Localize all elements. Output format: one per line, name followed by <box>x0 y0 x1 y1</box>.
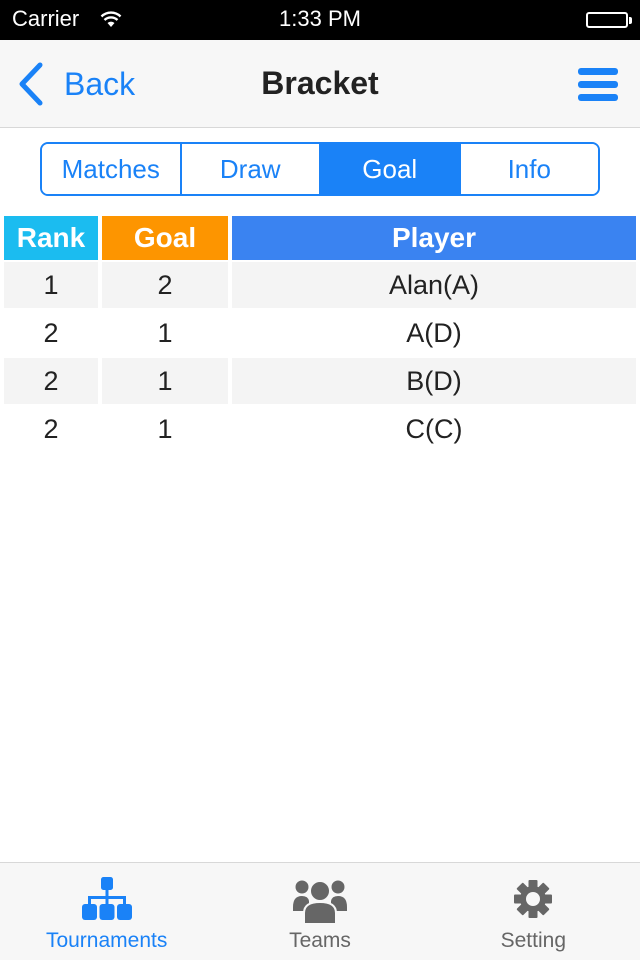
table-header-row: Rank Goal Player <box>0 216 640 262</box>
header-rank: Rank <box>4 216 98 260</box>
gear-icon <box>511 877 555 926</box>
player-cell: A(D) <box>406 317 462 348</box>
battery-tip <box>629 17 632 24</box>
tab-bar: Tournaments Teams Setting <box>0 862 640 960</box>
segment-goal[interactable]: Goal <box>319 144 459 194</box>
rank-cell: 2 <box>43 317 59 348</box>
clock: 1:33 PM <box>279 6 361 31</box>
segment-matches[interactable]: Matches <box>42 144 180 194</box>
battery-icon <box>586 12 628 28</box>
rank-cell: 1 <box>4 262 98 308</box>
header-goal: Goal <box>102 216 228 260</box>
table-row: 1 2 Alan(A) <box>0 262 640 310</box>
goal-ranking-table: Rank Goal Player 1 2 Alan(A) 2 1 A(D) 2 … <box>0 216 640 454</box>
header-player: Player <box>232 216 636 260</box>
rank-cell: 2 <box>4 358 98 404</box>
goal-cell: 1 <box>157 317 173 348</box>
navigation-bar: Back Bracket <box>0 40 640 128</box>
status-bar: Carrier 1:33 PM <box>0 0 640 40</box>
tab-setting[interactable]: Setting <box>427 863 640 960</box>
player-cell: C(C) <box>405 413 463 444</box>
table-row: 2 1 B(D) <box>0 358 640 406</box>
tab-teams[interactable]: Teams <box>213 863 426 960</box>
chevron-left-icon <box>19 62 43 106</box>
goal-cell: 1 <box>157 413 173 444</box>
hamburger-menu-icon[interactable] <box>578 68 618 102</box>
bracket-hierarchy-icon <box>81 877 132 926</box>
goal-cell: 2 <box>102 262 228 308</box>
rank-cell: 2 <box>43 413 59 444</box>
tab-label: Setting <box>500 929 567 952</box>
table-row: 2 1 A(D) <box>0 310 640 358</box>
goal-cell: 1 <box>102 358 228 404</box>
table-row: 2 1 C(C) <box>0 406 640 454</box>
back-button[interactable]: Back <box>16 62 135 106</box>
group-users-icon <box>292 877 347 930</box>
tab-label: Tournaments <box>45 929 168 952</box>
player-cell: Alan(A) <box>232 262 636 308</box>
tab-tournaments[interactable]: Tournaments <box>0 863 213 960</box>
tab-label: Teams <box>289 929 351 952</box>
segment-draw[interactable]: Draw <box>179 144 319 194</box>
segmented-control: Matches Draw Goal Info <box>40 142 600 196</box>
back-label: Back <box>64 65 136 102</box>
segment-info[interactable]: Info <box>458 144 598 194</box>
player-cell: B(D) <box>232 358 636 404</box>
